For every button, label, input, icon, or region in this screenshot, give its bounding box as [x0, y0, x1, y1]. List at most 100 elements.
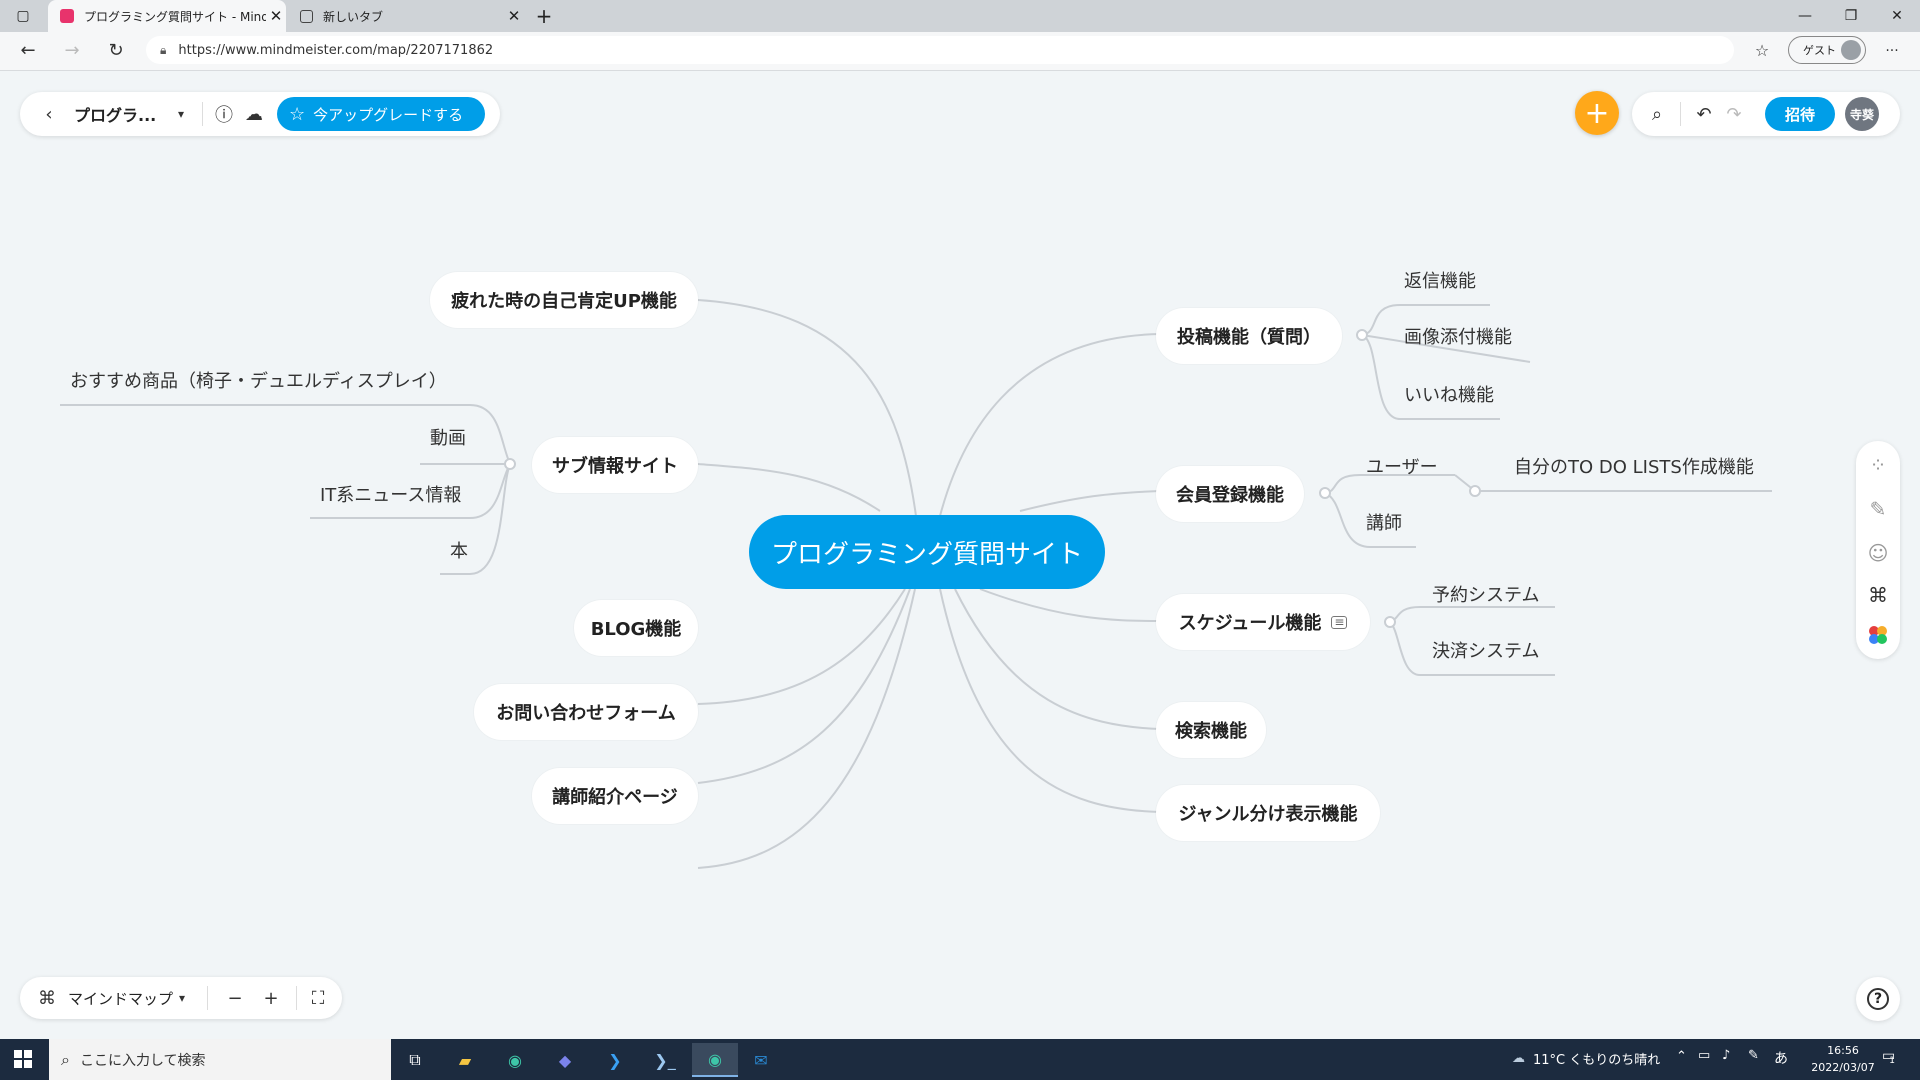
mindmap-layout-icon[interactable]: ⌘ [32, 983, 62, 1013]
network-icon[interactable]: ▭ [1698, 1048, 1710, 1063]
leaf-image-attach[interactable]: 画像添付機能 [1404, 323, 1512, 349]
leaf-todo-lists[interactable]: 自分のTO DO LISTS作成機能 [1514, 453, 1754, 479]
back-icon[interactable]: ← [14, 38, 42, 64]
tab-mindmeister[interactable]: プログラミング質問サイト - MindMei ✕ [48, 0, 286, 32]
settings-more-icon[interactable]: ··· [1878, 38, 1906, 64]
windows-start-icon[interactable] [2, 1042, 44, 1076]
close-tab-icon[interactable]: ✕ [266, 7, 286, 25]
weather-widget[interactable]: ☁ 11°C くもりのち晴れ [1512, 1049, 1660, 1068]
topic-styles-icon[interactable]: ⁘ [1858, 445, 1898, 485]
url-field[interactable]: 🔒︎ https://www.mindmeister.com/map/22071… [146, 36, 1734, 64]
pen-ink-icon[interactable]: ✎ [1748, 1048, 1759, 1063]
leaf-recommended-products[interactable]: おすすめ商品（椅子・デュエルディスプレイ） [70, 367, 447, 393]
node-contact-form[interactable]: お問い合わせフォーム [474, 684, 698, 740]
collapse-handle[interactable] [1319, 487, 1331, 499]
task-view-icon[interactable]: ⧉ [394, 1043, 436, 1077]
back-to-dashboard-icon[interactable]: ‹ [34, 99, 64, 129]
favorites-icon[interactable]: ☆ [1748, 38, 1776, 64]
connector [697, 588, 911, 784]
leaf-it-news[interactable]: IT系ニュース情報 [320, 481, 461, 507]
outlook-icon[interactable]: ✉ [740, 1043, 782, 1077]
add-topic-button[interactable]: + [1575, 91, 1619, 135]
node-genre-display[interactable]: ジャンル分け表示機能 [1156, 785, 1380, 841]
leaf-like[interactable]: いいね機能 [1404, 381, 1494, 407]
new-tab-favicon-icon [300, 9, 313, 23]
powershell-icon[interactable]: ❯_ [644, 1043, 686, 1077]
profile-button[interactable]: ゲスト [1788, 36, 1866, 64]
new-tab-button[interactable]: + [528, 0, 560, 32]
tray-overflow-icon[interactable]: ⌃ [1676, 1049, 1687, 1064]
leaf-user[interactable]: ユーザー [1366, 453, 1438, 479]
pen-icon[interactable]: ✎ [1858, 489, 1898, 529]
tab-title: 新しいタブ [323, 9, 384, 24]
node-member-registration[interactable]: 会員登録機能 [1156, 466, 1304, 522]
weather-text: 11°C くもりのち晴れ [1533, 1053, 1661, 1068]
zoom-out-button[interactable]: − [220, 983, 250, 1013]
theme-palette-icon[interactable] [1858, 615, 1898, 655]
leaf-books[interactable]: 本 [450, 537, 468, 563]
collapse-handle[interactable] [504, 458, 516, 470]
close-window-icon[interactable]: ✕ [1874, 0, 1920, 32]
forward-icon[interactable]: → [58, 38, 86, 64]
profile-avatar-icon [1841, 40, 1861, 60]
node-blog[interactable]: BLOG機能 [574, 600, 698, 656]
teams-icon[interactable]: ◆ [544, 1043, 586, 1077]
info-icon[interactable]: ⓘ [209, 99, 239, 129]
leaf-reply[interactable]: 返信機能 [1404, 267, 1476, 293]
file-explorer-icon[interactable]: ▰ [444, 1043, 486, 1077]
collapse-handle[interactable] [1384, 616, 1396, 628]
restore-icon[interactable]: ❐ [1828, 0, 1874, 32]
vscode-icon[interactable]: ❯ [594, 1043, 636, 1077]
node-search[interactable]: 検索機能 [1156, 702, 1266, 758]
chevron-down-icon[interactable]: ▾ [166, 99, 196, 129]
help-button[interactable]: ? [1856, 977, 1900, 1021]
leaf-reservation-system[interactable]: 予約システム [1432, 581, 1539, 607]
user-avatar[interactable]: 寺葵 [1845, 97, 1879, 131]
root-node[interactable]: プログラミング質問サイト [749, 515, 1105, 589]
collapse-handle[interactable] [1469, 485, 1481, 497]
chevron-down-icon[interactable]: ▾ [173, 983, 191, 1013]
edge-icon[interactable]: ◉ [494, 1043, 536, 1077]
search-placeholder: ここに入力して検索 [79, 1052, 206, 1069]
redo-icon[interactable]: ↷ [1719, 99, 1749, 129]
note-icon[interactable]: ≡ [1331, 615, 1348, 629]
top-right-toolbar: ⌕ ↶ ↷ 招待 寺葵 [1632, 92, 1900, 136]
clock[interactable]: 16:56 2022/03/07 [1800, 1042, 1886, 1076]
upgrade-button[interactable]: ☆ 今アップグレードする [277, 97, 485, 131]
cloud-sync-icon[interactable]: ☁ [239, 99, 269, 129]
leaf-payment-system[interactable]: 決済システム [1432, 637, 1539, 663]
zoom-in-button[interactable]: + [256, 983, 286, 1013]
undo-icon[interactable]: ↶ [1689, 99, 1719, 129]
node-sub-info-site[interactable]: サブ情報サイト [532, 437, 698, 493]
layout-icon[interactable]: ⌘ [1858, 575, 1898, 615]
taskbar-search-box[interactable]: ⌕ ここに入力して検索 [49, 1039, 391, 1080]
node-schedule[interactable]: スケジュール機能 ≡ [1156, 594, 1370, 650]
connector [697, 463, 881, 512]
notification-center-icon[interactable]: ▭ 1 [1882, 1048, 1895, 1066]
volume-icon[interactable]: ♪ [1722, 1048, 1730, 1063]
node-self-affirmation[interactable]: 疲れた時の自己肯定UP機能 [430, 272, 698, 328]
leaf-instructor[interactable]: 講師 [1366, 509, 1402, 535]
map-title[interactable]: プログラ... [74, 102, 166, 126]
tab-actions-icon[interactable]: ▢ [0, 0, 46, 32]
ime-indicator[interactable]: あ [1774, 1048, 1788, 1068]
view-mode-label[interactable]: マインドマップ [68, 988, 173, 1009]
node-posting[interactable]: 投稿機能（質問） [1156, 308, 1342, 364]
collapse-handle[interactable] [1356, 329, 1368, 341]
minimize-icon[interactable]: — [1782, 0, 1828, 32]
invite-button[interactable]: 招待 [1765, 97, 1835, 131]
tab-new-tab[interactable]: 新しいタブ ✕ [288, 0, 524, 32]
divider [1680, 102, 1681, 126]
search-icon[interactable]: ⌕ [1642, 99, 1672, 129]
mindmap-canvas[interactable]: プログラミング質問サイト 疲れた時の自己肯定UP機能 サブ情報サイト BLOG機… [0, 71, 1920, 1039]
node-instructor-page[interactable]: 講師紹介ページ [532, 768, 698, 824]
emoji-icon[interactable]: ☺ [1858, 533, 1898, 573]
reload-icon[interactable]: ↻ [102, 38, 130, 64]
leaf-videos[interactable]: 動画 [430, 424, 466, 450]
profile-label: ゲスト [1803, 44, 1836, 57]
windows-logo-icon [14, 1050, 32, 1068]
connector [954, 588, 1161, 730]
fit-to-screen-icon[interactable]: ⛶ [303, 983, 333, 1013]
edge-active-icon[interactable]: ◉ [692, 1043, 738, 1077]
close-tab-icon[interactable]: ✕ [504, 7, 524, 25]
